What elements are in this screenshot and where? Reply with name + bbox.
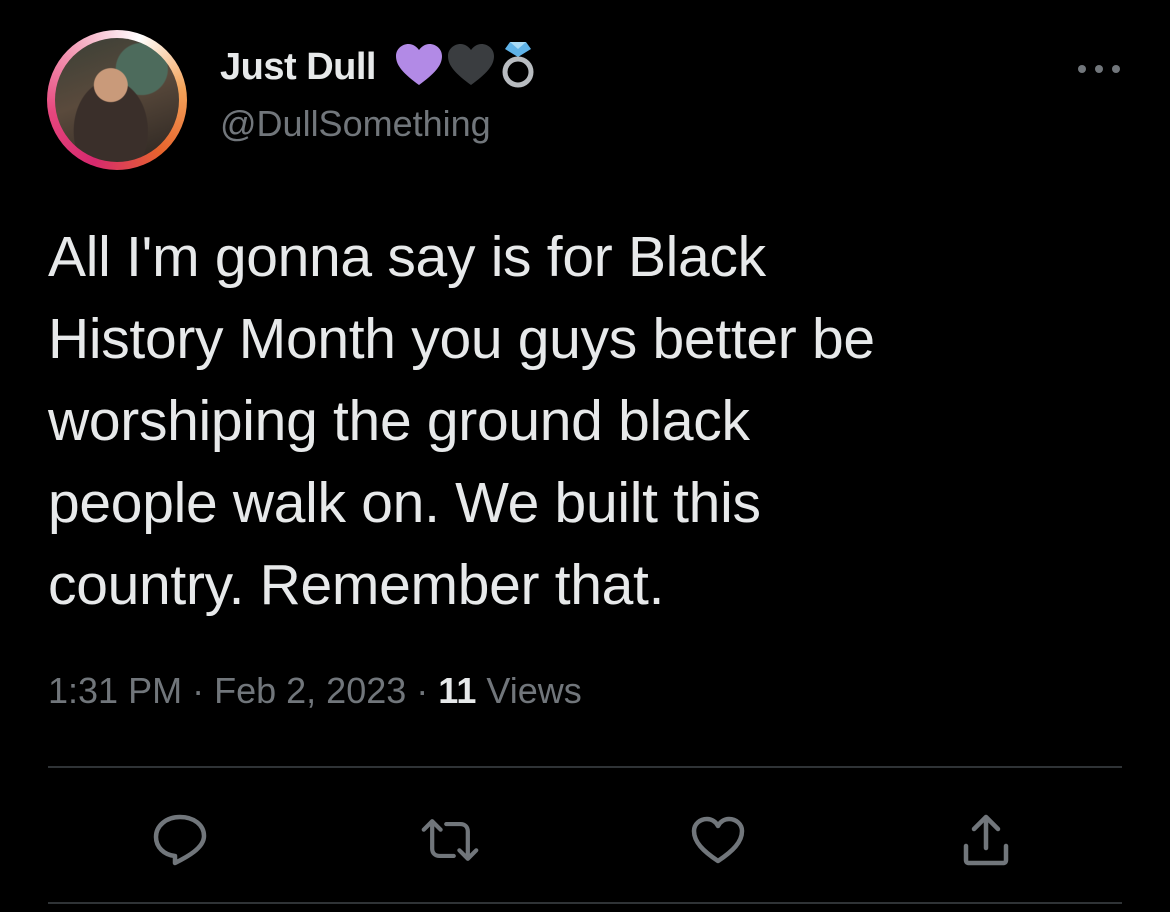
tweet-metadata: 1:31 PM · Feb 2, 2023 · 11 Views: [48, 668, 582, 714]
share-button[interactable]: [956, 810, 1016, 870]
meta-separator: ·: [192, 670, 205, 711]
heart-icon: [691, 816, 745, 864]
reply-icon: [153, 814, 207, 866]
black-heart-icon: [448, 44, 494, 85]
views-count[interactable]: 11: [438, 670, 476, 711]
retweet-button[interactable]: [420, 810, 480, 870]
avatar[interactable]: [47, 30, 187, 170]
more-options-icon[interactable]: [1074, 56, 1124, 82]
meta-separator: ·: [416, 670, 429, 711]
purple-heart-icon: [396, 44, 442, 85]
avatar-photo: [55, 38, 179, 162]
tweet-date[interactable]: Feb 2, 2023: [214, 670, 406, 711]
ring-icon: [502, 42, 534, 88]
tweet-time[interactable]: 1:31 PM: [48, 670, 182, 711]
display-name[interactable]: Just Dull: [220, 44, 376, 90]
reply-button[interactable]: [150, 810, 210, 870]
tweet-detail: Just Dull @DullSomething All I'm gonna s…: [0, 0, 1170, 912]
share-icon: [963, 814, 1009, 866]
user-handle[interactable]: @DullSomething: [220, 102, 491, 146]
views-label[interactable]: Views: [486, 670, 581, 711]
tweet-text: All I'm gonna say is for Black History M…: [48, 225, 875, 617]
divider: [48, 766, 1122, 768]
divider: [48, 902, 1122, 904]
retweet-icon: [421, 819, 479, 861]
name-emojis: [394, 40, 538, 90]
like-button[interactable]: [688, 810, 748, 870]
